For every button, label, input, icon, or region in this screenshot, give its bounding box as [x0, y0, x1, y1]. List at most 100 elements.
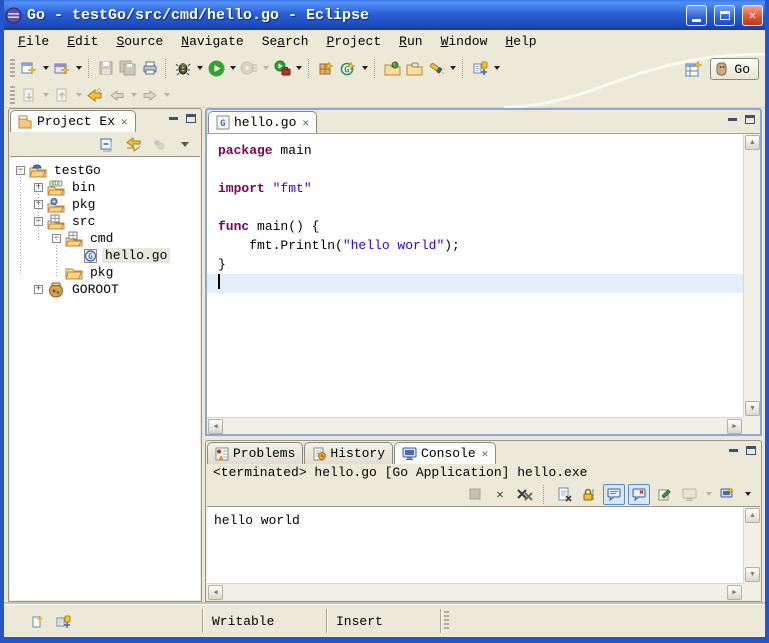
menu-file[interactable]: File: [9, 32, 58, 51]
clear-console-button[interactable]: [553, 484, 575, 505]
menu-help[interactable]: Help: [496, 32, 545, 51]
view-menu-button[interactable]: [174, 132, 196, 156]
menu-edit[interactable]: Edit: [58, 32, 107, 51]
link-with-editor-button[interactable]: [122, 132, 144, 156]
close-editor-icon[interactable]: ✕: [302, 116, 309, 130]
tree-item-goroot[interactable]: + GOROOT: [10, 281, 200, 298]
scroll-up-icon[interactable]: ▲: [745, 508, 760, 523]
scroll-up-icon[interactable]: ▲: [745, 135, 760, 150]
collapse-all-button[interactable]: [96, 132, 118, 156]
new-project-dropdown[interactable]: [73, 56, 84, 80]
code-area[interactable]: package main import "fmt" func main() { …: [207, 134, 743, 417]
minimize-editor-button[interactable]: [728, 118, 737, 121]
trim-toggle-icon[interactable]: [55, 614, 71, 629]
collapse-expander-icon[interactable]: −: [16, 166, 25, 175]
search-dropdown[interactable]: [447, 56, 458, 80]
close-console-icon[interactable]: ✕: [482, 447, 489, 461]
new-java-project-button[interactable]: [315, 56, 337, 80]
close-view-icon[interactable]: ✕: [121, 115, 128, 129]
tree-item-hello-go[interactable]: G hello.go: [10, 247, 200, 264]
close-button[interactable]: ✕: [742, 5, 763, 26]
tab-console[interactable]: Console ✕: [394, 442, 496, 464]
back-button: [106, 83, 128, 107]
scroll-left-icon[interactable]: ◀: [208, 419, 223, 434]
maximize-button[interactable]: [714, 5, 735, 26]
menu-window[interactable]: Window: [432, 32, 497, 51]
external-tools-button[interactable]: [271, 56, 293, 80]
console-content[interactable]: hello world ▲ ▼ ◀ ▶: [207, 506, 760, 600]
maximize-editor-button[interactable]: [745, 115, 755, 124]
save-all-icon: [119, 60, 137, 76]
toolbar-grip[interactable]: [10, 59, 15, 77]
save-all-button[interactable]: [117, 56, 139, 80]
tab-problems[interactable]: Problems: [207, 442, 303, 464]
remove-launch-button[interactable]: ✕: [489, 484, 511, 505]
toggle-mark-occurrences-button[interactable]: [469, 56, 491, 80]
scroll-right-icon[interactable]: ▶: [727, 419, 742, 434]
open-console-dropdown[interactable]: [742, 482, 753, 506]
console-horizontal-scrollbar[interactable]: ◀ ▶: [207, 583, 743, 600]
tab-history[interactable]: History: [304, 442, 393, 464]
go-perspective-button[interactable]: Go: [710, 58, 759, 80]
save-button[interactable]: [95, 56, 117, 80]
minimize-view-button[interactable]: [169, 117, 178, 120]
editor-vertical-scrollbar[interactable]: ▲ ▼: [743, 134, 760, 417]
fast-view-icon[interactable]: [31, 614, 45, 629]
project-explorer-content[interactable]: − testGo + 010 bin + pkg − src: [10, 156, 200, 600]
menu-search[interactable]: Search: [253, 32, 318, 51]
tree-item-pkg2[interactable]: pkg: [10, 264, 200, 281]
remove-all-terminated-button[interactable]: [514, 484, 536, 505]
maximize-console-button[interactable]: [746, 446, 756, 455]
maximize-view-button[interactable]: [186, 114, 196, 123]
run-button[interactable]: [205, 56, 227, 80]
tab-hello-go[interactable]: G hello.go ✕: [208, 111, 317, 133]
new-go-element-button[interactable]: G: [337, 56, 359, 80]
debug-button[interactable]: [172, 56, 194, 80]
new-wizard-dropdown[interactable]: [40, 56, 51, 80]
new-go-element-dropdown[interactable]: [359, 56, 370, 80]
debug-dropdown[interactable]: [194, 56, 205, 80]
expand-expander-icon[interactable]: +: [34, 285, 43, 294]
scroll-down-icon[interactable]: ▼: [745, 567, 760, 582]
show-stderr-button[interactable]: [628, 484, 650, 505]
tree-item-testgo[interactable]: − testGo: [10, 162, 200, 179]
editor-tabrow: G hello.go ✕: [207, 110, 760, 133]
menu-navigate[interactable]: Navigate: [172, 32, 252, 51]
scroll-right-icon[interactable]: ▶: [727, 585, 742, 600]
menu-source[interactable]: Source: [107, 32, 172, 51]
toggle-mark-occurrences-dropdown[interactable]: [491, 56, 502, 80]
new-wizard-button[interactable]: [18, 56, 40, 80]
tree-item-bin[interactable]: + 010 bin: [10, 179, 200, 196]
scroll-down-icon[interactable]: ▼: [745, 401, 760, 416]
minimize-button[interactable]: [686, 5, 707, 26]
search-button[interactable]: [425, 56, 447, 80]
run-last-button[interactable]: [238, 56, 260, 80]
minimize-console-button[interactable]: [729, 449, 738, 452]
tree-item-pkg[interactable]: + pkg: [10, 196, 200, 213]
show-stdout-button[interactable]: [603, 484, 625, 505]
tree-item-cmd[interactable]: − cmd: [10, 230, 200, 247]
tree-item-src[interactable]: − src: [10, 213, 200, 230]
external-tools-dropdown[interactable]: [293, 56, 304, 80]
menu-run[interactable]: Run: [390, 32, 431, 51]
import-folder-button[interactable]: [381, 56, 403, 80]
new-project-button[interactable]: [51, 56, 73, 80]
expand-expander-icon[interactable]: +: [34, 183, 43, 192]
expand-expander-icon[interactable]: +: [34, 200, 43, 209]
last-edit-location-button[interactable]: [84, 83, 106, 107]
open-perspective-button[interactable]: [683, 57, 705, 81]
tab-project-explorer[interactable]: Project Ex ✕: [10, 110, 136, 132]
print-button[interactable]: [139, 56, 161, 80]
pin-console-button[interactable]: [653, 484, 675, 505]
toolbar-grip[interactable]: [10, 86, 15, 104]
editor-horizontal-scrollbar[interactable]: ◀ ▶: [207, 417, 743, 434]
open-file-button[interactable]: [403, 56, 425, 80]
collapse-expander-icon[interactable]: −: [34, 217, 43, 226]
menu-project[interactable]: Project: [318, 32, 391, 51]
run-dropdown[interactable]: [227, 56, 238, 80]
scroll-left-icon[interactable]: ◀: [208, 585, 223, 600]
scroll-lock-button[interactable]: [578, 484, 600, 505]
console-vertical-scrollbar[interactable]: ▲ ▼: [743, 507, 760, 583]
collapse-expander-icon[interactable]: −: [52, 234, 61, 243]
open-console-button[interactable]: [717, 484, 739, 505]
